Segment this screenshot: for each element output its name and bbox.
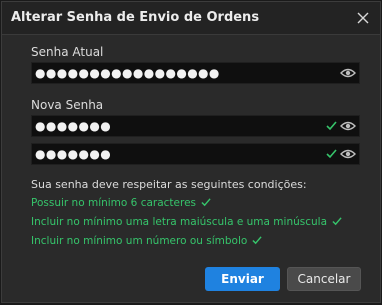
new-password-value: ●●●●●●● bbox=[35, 119, 112, 133]
eye-icon[interactable] bbox=[340, 120, 356, 132]
new-password-field[interactable]: ●●●●●●● bbox=[31, 115, 360, 137]
rule-text: Incluir no mínimo uma letra maiúscula e … bbox=[31, 216, 328, 228]
cancel-button[interactable]: Cancelar bbox=[287, 267, 361, 291]
eye-icon[interactable] bbox=[340, 148, 356, 160]
new-password-label: Nova Senha bbox=[31, 98, 104, 112]
close-icon[interactable] bbox=[356, 11, 370, 25]
rule-item: Incluir no mínimo um número ou símbolo bbox=[31, 235, 262, 247]
rules-heading: Sua senha deve respeitar as seguintes co… bbox=[31, 178, 307, 191]
dialog-titlebar: Alterar Senha de Envio de Ordens bbox=[2, 2, 380, 35]
rule-text: Incluir no mínimo um número ou símbolo bbox=[31, 235, 248, 247]
checkmark-icon bbox=[201, 198, 211, 207]
current-password-field[interactable]: ●●●●●●●●●●●●●●●●● bbox=[31, 62, 360, 84]
change-password-dialog: Alterar Senha de Envio de Ordens Senha A… bbox=[1, 1, 381, 303]
checkmark-icon bbox=[332, 217, 342, 226]
checkmark-icon bbox=[326, 121, 337, 131]
current-password-value: ●●●●●●●●●●●●●●●●● bbox=[35, 66, 220, 80]
current-password-label: Senha Atual bbox=[31, 45, 104, 59]
rule-item: Possuir no mínimo 6 caracteres bbox=[31, 197, 211, 209]
checkmark-icon bbox=[252, 236, 262, 245]
rule-item: Incluir no mínimo uma letra maiúscula e … bbox=[31, 216, 342, 228]
eye-icon[interactable] bbox=[340, 67, 356, 79]
submit-button[interactable]: Enviar bbox=[205, 267, 280, 291]
checkmark-icon bbox=[326, 149, 337, 159]
confirm-password-field[interactable]: ●●●●●●● bbox=[31, 143, 360, 165]
dialog-title: Alterar Senha de Envio de Ordens bbox=[11, 10, 260, 25]
confirm-password-value: ●●●●●●● bbox=[35, 147, 112, 161]
rule-text: Possuir no mínimo 6 caracteres bbox=[31, 197, 197, 209]
